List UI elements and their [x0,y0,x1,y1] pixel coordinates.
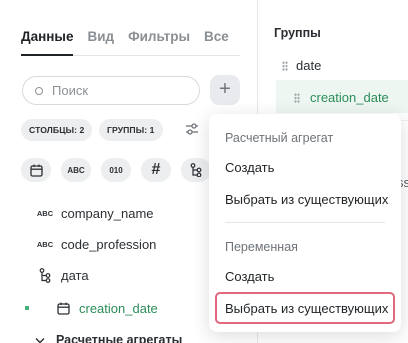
columns-count-chip[interactable]: СТОЛБЦЫ: 2 [21,119,93,141]
group-item-date[interactable]: date [282,58,321,73]
field-item-creation-date[interactable]: creation_date [55,301,158,316]
selected-marker [25,306,29,310]
type-filter-string[interactable]: ABC [61,158,91,182]
tab-filters[interactable]: Фильтры [128,29,190,44]
menu-item-choose-variable[interactable]: Выбрать из существующих [215,292,395,324]
field-label: code_profession [61,237,157,252]
menu-item-choose-aggregate[interactable]: Выбрать из существующих [225,192,388,207]
group-item-label: date [296,58,322,73]
hierarchy-icon [190,163,202,177]
field-item-company-name[interactable]: ABC company_name [37,206,154,221]
menu-divider [225,222,385,223]
search-input[interactable] [52,83,192,98]
menu-item-create-variable[interactable]: Создать [225,269,274,284]
drag-handle-icon[interactable] [294,93,300,103]
groups-count-chip[interactable]: ГРУППЫ: 1 [99,119,163,141]
tab-data[interactable]: Данные [21,29,73,44]
hierarchy-icon [39,268,51,283]
tab-view[interactable]: Вид [87,29,114,44]
abc-icon: ABC [67,165,85,175]
calendar-icon [56,302,70,315]
search-field[interactable] [22,76,200,105]
group-item-label: creation_date [310,90,389,105]
sliders-icon[interactable] [185,122,199,136]
group-item-creation-date[interactable]: creation_date [276,80,408,113]
sidebar-tabs: Данные Вид Фильтры Все [21,29,243,44]
abc-icon: ABC [36,240,54,249]
calendar-icon [29,164,43,177]
field-label: creation_date [79,301,158,316]
menu-section-variable: Переменная [225,240,298,254]
drag-handle-icon[interactable] [282,61,288,71]
field-label: дата [61,268,89,283]
active-tab-indicator [21,54,73,56]
field-label: company_name [61,206,154,221]
groups-panel-title: Группы [274,26,321,40]
section-label: Расчетные агрегаты [56,333,183,343]
menu-section-calculated-aggregate: Расчетный агрегат [225,131,334,145]
type-filter-number[interactable]: # [141,158,171,182]
tab-all[interactable]: Все [204,29,229,44]
field-item-code-profession[interactable]: ABC code_profession [36,237,157,252]
menu-item-create-aggregate[interactable]: Создать [225,160,274,175]
type-filter-hierarchy[interactable] [181,158,211,182]
search-icon [35,86,43,95]
abc-icon: ABC [36,209,54,218]
binary-icon: 010 [109,165,123,175]
section-calculated-aggregates[interactable]: Расчетные агрегаты [32,333,182,343]
add-button[interactable]: + [210,75,240,105]
chevron-down-icon [35,337,45,343]
type-filter-binary[interactable]: 010 [101,158,131,182]
field-item-date-hierarchy[interactable]: дата [37,268,89,283]
type-filter-date[interactable] [21,158,51,182]
add-dropdown-menu: Расчетный агрегат Создать Выбрать из сущ… [209,114,401,332]
hash-icon: # [151,161,161,178]
